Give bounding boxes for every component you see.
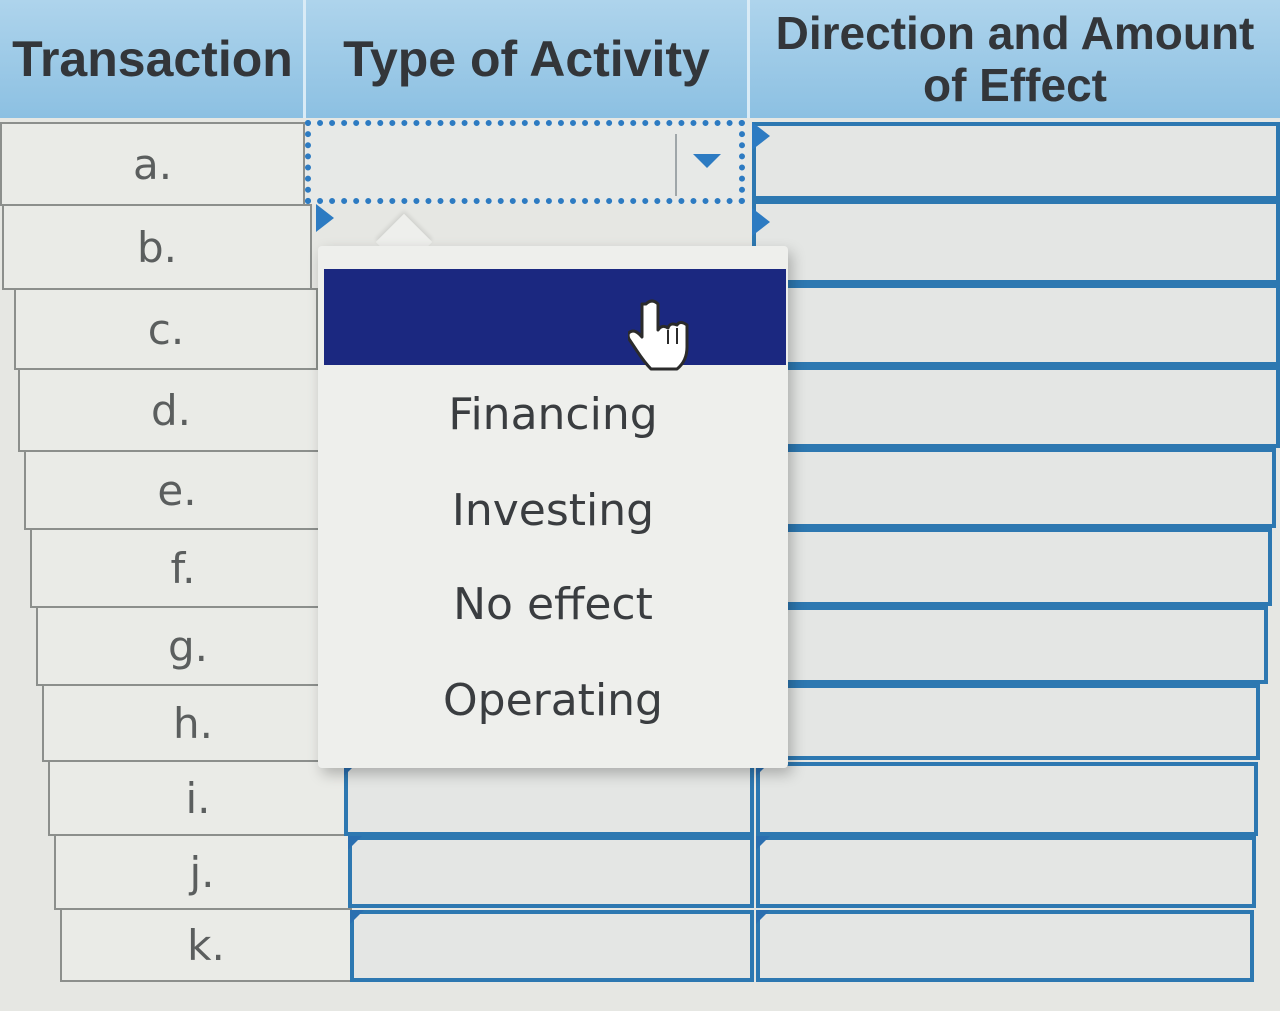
- cell-corner-marker: [350, 910, 364, 924]
- transaction-label-f: f.: [30, 528, 336, 608]
- transaction-label-e: e.: [24, 450, 330, 530]
- dropdown-option-operating[interactable]: Operating: [318, 660, 788, 740]
- type-select-i[interactable]: [344, 762, 754, 836]
- cell-indicator-icon: [316, 204, 334, 232]
- direction-input-f[interactable]: [760, 528, 1272, 606]
- type-dropdown-menu: Financing Investing No effect Operating: [318, 246, 788, 768]
- cell-corner-marker: [756, 836, 770, 850]
- direction-input-k[interactable]: [756, 910, 1254, 982]
- dropdown-option-financing[interactable]: Financing: [318, 374, 788, 454]
- header-direction-amount: Direction and Amount of Effect: [750, 0, 1280, 118]
- transaction-label-d: d.: [18, 368, 324, 452]
- transaction-label-h: h.: [42, 684, 344, 762]
- transaction-label-g: g.: [36, 606, 340, 686]
- direction-input-e[interactable]: [760, 448, 1276, 528]
- direction-input-a[interactable]: [752, 122, 1280, 200]
- transaction-label-i: i.: [48, 760, 348, 836]
- direction-input-g[interactable]: [760, 606, 1268, 684]
- transaction-label-j: j.: [54, 834, 350, 910]
- dropdown-option-blank[interactable]: [324, 269, 786, 365]
- select-divider: [675, 134, 677, 196]
- cell-corner-marker: [348, 836, 362, 850]
- direction-input-b[interactable]: [752, 200, 1280, 284]
- dropdown-option-no-effect[interactable]: No effect: [318, 564, 788, 644]
- caret-down-icon[interactable]: [693, 154, 721, 168]
- dropdown-option-investing[interactable]: Investing: [318, 470, 788, 550]
- transaction-label-k: k.: [60, 908, 352, 982]
- transaction-label-a: a.: [0, 122, 305, 206]
- hand-pointer-icon: [628, 299, 689, 371]
- header-type-of-activity: Type of Activity: [343, 31, 710, 87]
- type-select-j[interactable]: [348, 836, 754, 908]
- header-direction-line2: of Effect: [922, 59, 1107, 111]
- transaction-label-c: c.: [14, 288, 318, 370]
- direction-input-j[interactable]: [756, 836, 1256, 908]
- cell-indicator-icon: [752, 208, 770, 236]
- direction-input-i[interactable]: [756, 762, 1258, 836]
- cell-corner-marker: [756, 910, 770, 924]
- header-transaction: Transaction: [12, 31, 293, 87]
- direction-input-c[interactable]: [756, 284, 1280, 366]
- transaction-label-b: b.: [2, 204, 312, 290]
- table-header: Transaction Type of Activity Direction a…: [0, 0, 1280, 118]
- type-select-k[interactable]: [350, 910, 754, 982]
- header-direction-line1: Direction and Amount: [775, 7, 1255, 59]
- type-select-a[interactable]: [305, 120, 745, 204]
- direction-input-h[interactable]: [760, 684, 1260, 760]
- direction-input-d[interactable]: [758, 366, 1280, 448]
- cell-indicator-icon: [752, 122, 770, 150]
